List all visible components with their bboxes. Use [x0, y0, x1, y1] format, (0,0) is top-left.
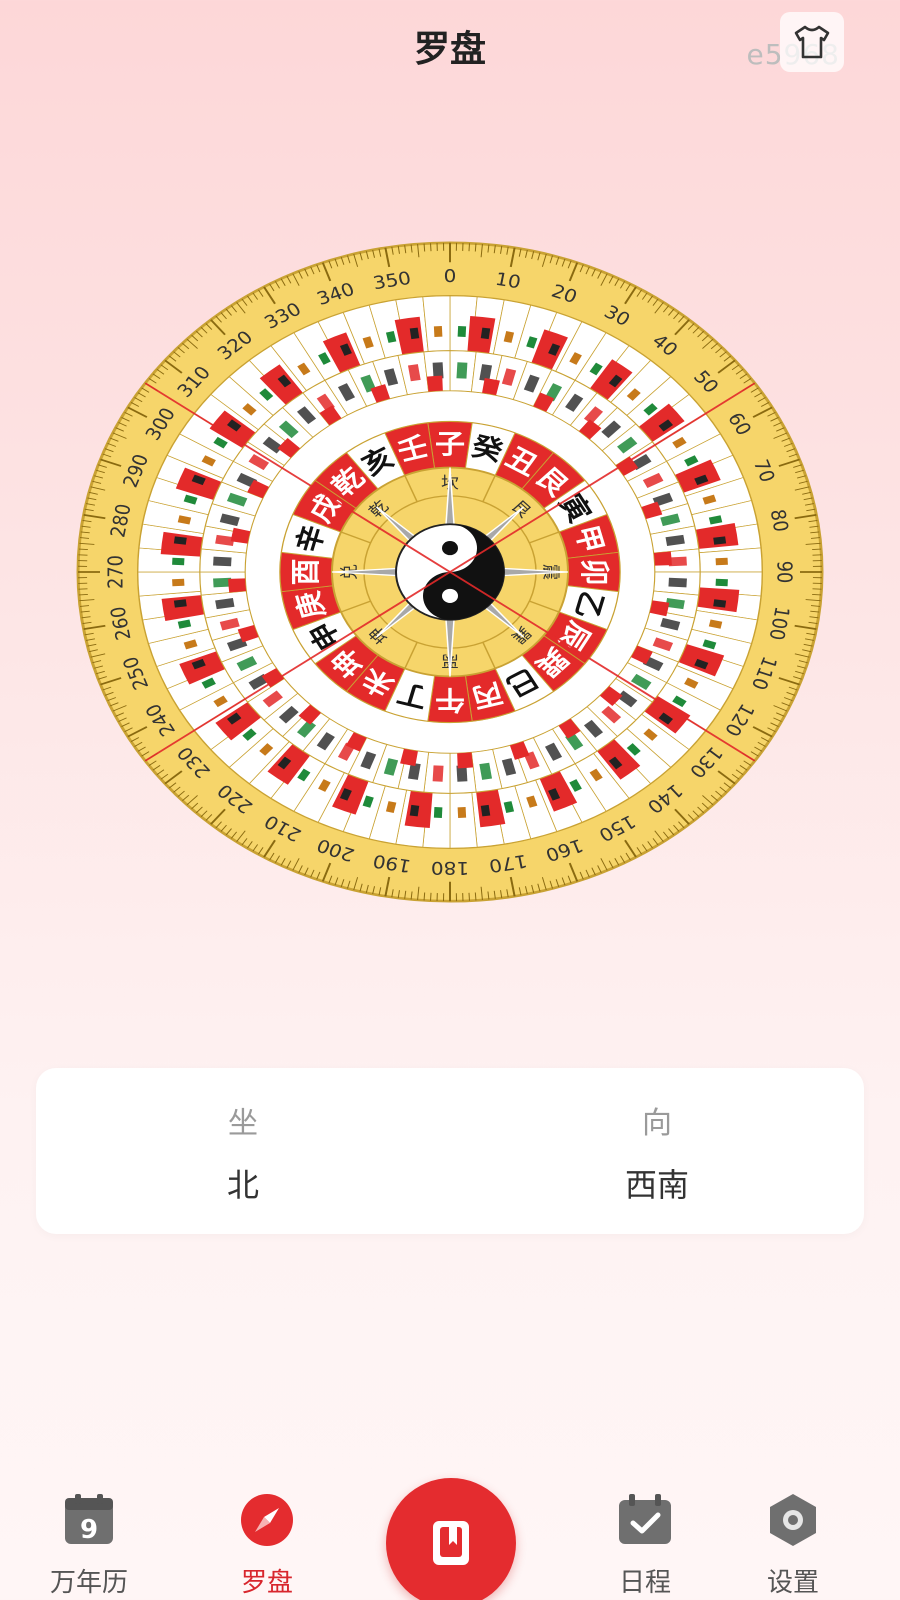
- outer-mark: [172, 557, 185, 566]
- degree-label: 10: [493, 269, 522, 293]
- tab-settings[interactable]: 设置: [718, 1480, 868, 1600]
- skin-button[interactable]: [780, 12, 844, 72]
- degree-tick: [474, 892, 477, 901]
- outer-mark: [713, 599, 727, 608]
- orientation-card: 坐 北 向 西南: [36, 1068, 864, 1234]
- tab-calendar-label: 万年历: [49, 1568, 128, 1598]
- sit-column: 坐 北: [36, 1068, 450, 1234]
- degree-label: 270: [104, 555, 127, 589]
- degree-tick: [78, 548, 88, 551]
- tab-calendar[interactable]: 9 万年历: [14, 1480, 164, 1600]
- mountain-label: 酉: [289, 559, 324, 586]
- degree-label: 80: [765, 508, 792, 534]
- outer-mark: [172, 578, 185, 587]
- mid-mark: [668, 577, 687, 588]
- outer-mark: [173, 536, 187, 545]
- degree-tick: [423, 892, 426, 901]
- outer-mark: [433, 326, 443, 337]
- settings-hexagon-icon: [770, 1494, 816, 1546]
- degree-tick: [474, 243, 477, 252]
- outer-mark: [409, 804, 420, 817]
- tab-compass-label: 罗盘: [240, 1568, 293, 1598]
- svg-text:9: 9: [80, 1515, 98, 1545]
- tab-schedule[interactable]: 日程: [570, 1480, 720, 1600]
- tab-schedule-label: 日程: [618, 1568, 671, 1598]
- degree-tick: [812, 548, 822, 551]
- book-icon: [433, 1521, 469, 1565]
- calendar-check-icon: [619, 1494, 671, 1544]
- calendar-9-icon: 9: [65, 1494, 113, 1545]
- compass-icon: [241, 1494, 293, 1546]
- mid-mark: [432, 765, 444, 782]
- mountain-label: 子: [435, 429, 465, 460]
- face-value: 西南: [624, 1166, 689, 1204]
- outer-mark: [457, 807, 467, 818]
- degree-label: 90: [772, 561, 795, 584]
- degree-tick: [812, 593, 822, 596]
- outer-mark: [409, 327, 420, 340]
- outer-mark: [715, 557, 728, 566]
- outer-mark: [457, 326, 467, 337]
- outer-mark: [433, 807, 443, 818]
- face-column: 向 西南: [450, 1068, 864, 1234]
- mid-red-block: [457, 752, 474, 769]
- sit-value: 北: [226, 1166, 259, 1204]
- tab-compass[interactable]: 罗盘: [192, 1480, 342, 1600]
- outer-mark: [715, 578, 728, 587]
- luopan-compass[interactable]: 0 10 20 30 40 50 60 70 80 90 100 110 120 130 140 150 160…: [70, 232, 830, 912]
- degree-label: 180: [431, 857, 469, 878]
- outer-mark: [173, 599, 187, 608]
- center-book-button[interactable]: [386, 1478, 516, 1600]
- outer-mark: [480, 327, 491, 340]
- mountain-label: 午: [435, 684, 465, 715]
- mid-red-block: [653, 551, 672, 566]
- mid-red-block: [426, 375, 443, 392]
- degree-tick: [423, 243, 426, 252]
- degree-label: 0: [444, 266, 457, 287]
- mountain-label: 卯: [577, 559, 612, 586]
- compass-dial: 0 10 2030405060708090100110120130140150160…: [76, 241, 824, 903]
- tshirt-icon: [794, 25, 830, 59]
- outer-mark: [713, 536, 727, 545]
- face-label: 向: [642, 1106, 672, 1141]
- mid-mark: [456, 362, 468, 379]
- degree-tick: [78, 593, 88, 596]
- outer-mark: [480, 804, 491, 817]
- mid-red-block: [228, 578, 247, 593]
- mid-mark: [213, 556, 232, 567]
- header: 罗盘 e5968: [0, 0, 900, 90]
- tab-settings-label: 设置: [766, 1568, 819, 1598]
- sit-label: 坐: [228, 1106, 258, 1141]
